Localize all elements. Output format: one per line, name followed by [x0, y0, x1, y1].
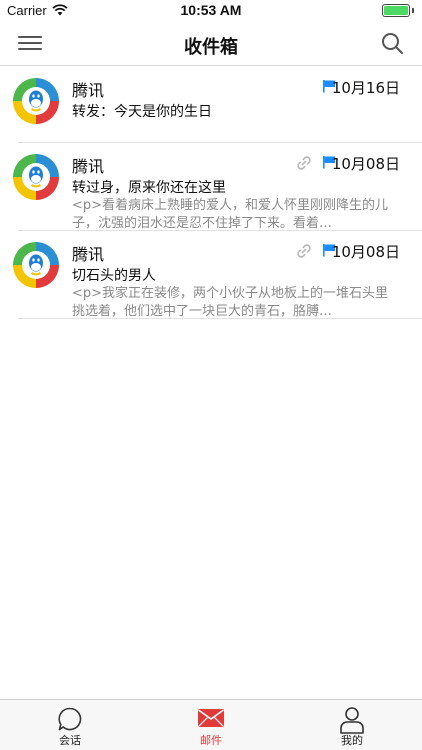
tab-mail[interactable]: 邮件 — [141, 700, 281, 750]
tencent-logo-icon — [11, 152, 61, 202]
mail-sender: 腾讯 — [72, 245, 105, 264]
search-icon[interactable] — [380, 31, 404, 55]
mail-sender: 腾讯 — [72, 157, 105, 176]
tab-label: 邮件 — [200, 734, 222, 747]
envelope-icon — [198, 709, 224, 727]
nav-bar: 收件箱 — [0, 22, 422, 66]
mail-date: 10月08日 — [331, 155, 400, 173]
battery-icon — [382, 4, 410, 17]
tab-label: 我的 — [341, 734, 363, 747]
person-icon — [340, 707, 364, 734]
mail-list: 腾讯 10月16日 转发：今天是你的生日 腾讯 10月08日 转过身，原来你还在… — [0, 67, 422, 319]
mail-subject: 转过身，原来你还在这里 — [72, 180, 226, 196]
mail-preview: <p>我家正在装修，两个小伙子从地板上的一堆石头里挑选着，他们选中了一块巨大的青… — [72, 286, 389, 319]
mail-date: 10月16日 — [331, 79, 400, 97]
status-bar: Carrier 10:53 AM — [0, 0, 422, 22]
mail-subject: 转发：今天是你的生日 — [72, 104, 212, 120]
mail-item[interactable]: 腾讯 10月16日 转发：今天是你的生日 — [0, 67, 422, 143]
tab-label: 会话 — [59, 734, 81, 747]
page-title: 收件箱 — [184, 37, 238, 58]
attachment-link-icon — [297, 156, 311, 170]
attachment-link-icon — [297, 244, 311, 258]
chat-bubble-icon — [58, 707, 82, 731]
mail-item[interactable]: 腾讯 10月08日 切石头的男人 <p>我家正在装修，两个小伙子从地板上的一堆石… — [0, 231, 422, 319]
tab-me[interactable]: 我的 — [282, 700, 422, 750]
tencent-logo-icon — [11, 76, 61, 126]
tab-conversations[interactable]: 会话 — [0, 700, 140, 750]
mail-date: 10月08日 — [331, 243, 400, 261]
mail-sender: 腾讯 — [72, 81, 105, 100]
clock: 10:53 AM — [180, 2, 242, 18]
mail-subject: 切石头的男人 — [72, 268, 156, 284]
tab-bar: 会话 邮件 我的 — [0, 699, 422, 750]
tencent-logo-icon — [11, 240, 61, 290]
divider — [18, 318, 422, 319]
mail-preview: <p>看着病床上熟睡的爱人，和爱人怀里刚刚降生的儿子，沈强的泪水还是忍不住掉了下… — [72, 198, 389, 231]
mail-item[interactable]: 腾讯 10月08日 转过身，原来你还在这里 <p>看着病床上熟睡的爱人，和爱人怀… — [0, 143, 422, 231]
